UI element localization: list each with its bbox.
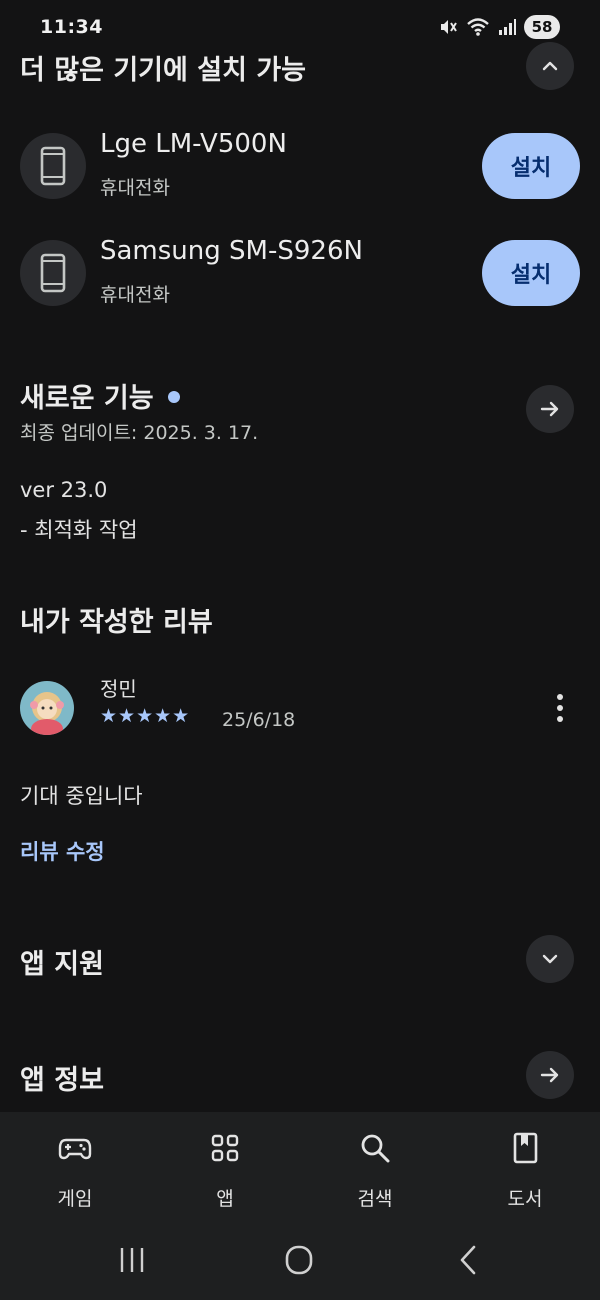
device-type: 휴대전화 — [100, 284, 170, 306]
app-support-expand-button[interactable] — [526, 935, 574, 983]
device-icon-circle — [20, 133, 86, 199]
phone-icon — [40, 146, 66, 186]
app-info-arrow-button[interactable] — [526, 1051, 574, 1099]
whats-new-label: 새로운 기능 — [20, 383, 154, 414]
nav-label: 앱 — [216, 1188, 234, 1210]
arrow-right-icon — [540, 401, 559, 417]
wifi-icon — [467, 18, 489, 36]
reviewer-name: 정민 — [100, 677, 137, 701]
device-row: Samsung SM-S926N 휴대전화 설치 — [20, 236, 580, 308]
nav-item-search[interactable]: 검색 — [300, 1112, 450, 1220]
more-options-button[interactable] — [546, 690, 574, 726]
version-text: ver 23.0 — [20, 478, 108, 502]
device-name: Lge LM-V500N — [100, 129, 287, 159]
install-button[interactable]: 설치 — [482, 133, 580, 199]
system-navigation-bar — [0, 1220, 600, 1300]
status-time: 11:34 — [40, 16, 103, 38]
more-dot-icon — [557, 705, 563, 711]
review-date: 25/6/18 — [222, 709, 296, 731]
whats-new-title[interactable]: 새로운 기능 — [20, 376, 180, 415]
recent-apps-icon[interactable] — [112, 1242, 152, 1278]
release-notes: - 최적화 작업 — [20, 518, 138, 542]
edit-review-link[interactable]: 리뷰 수정 — [20, 836, 105, 866]
nav-item-games[interactable]: 게임 — [0, 1112, 150, 1220]
last-updated: 최종 업데이트: 2025. 3. 17. — [20, 422, 259, 444]
mute-icon — [441, 20, 457, 34]
star-rating: ★★★★★ — [100, 705, 191, 727]
arrow-right-icon — [540, 1067, 559, 1083]
search-icon — [361, 1134, 390, 1163]
status-icons: 58 — [438, 15, 560, 39]
install-button[interactable]: 설치 — [482, 240, 580, 306]
nav-item-books[interactable]: 도서 — [450, 1112, 600, 1220]
review-text: 기대 중입니다 — [20, 784, 143, 808]
book-icon — [513, 1132, 538, 1164]
device-name: Samsung SM-S926N — [100, 236, 363, 266]
signal-icon — [499, 19, 516, 35]
phone-icon — [40, 253, 66, 293]
nav-label: 게임 — [57, 1188, 93, 1210]
device-icon-circle — [20, 240, 86, 306]
device-row: Lge LM-V500N 휴대전화 설치 — [20, 129, 580, 201]
app-info-title[interactable]: 앱 정보 — [20, 1058, 104, 1097]
install-section-title: 더 많은 기기에 설치 가능 — [20, 55, 306, 86]
home-icon[interactable] — [279, 1242, 319, 1278]
battery-indicator: 58 — [524, 15, 560, 39]
whats-new-arrow-button[interactable] — [526, 385, 574, 433]
avatar — [20, 681, 74, 735]
nav-item-apps[interactable]: 앱 — [150, 1112, 300, 1220]
apps-grid-icon — [211, 1134, 239, 1162]
bottom-navigation: 게임 앱 검색 도서 — [0, 1112, 600, 1220]
nav-label: 도서 — [507, 1188, 543, 1210]
new-indicator-dot — [167, 390, 180, 403]
back-icon[interactable] — [448, 1242, 488, 1278]
collapse-button[interactable] — [526, 42, 574, 90]
chevron-up-icon — [542, 61, 558, 71]
my-review-title: 내가 작성한 리뷰 — [20, 607, 213, 638]
chevron-down-icon — [542, 954, 558, 964]
device-type: 휴대전화 — [100, 177, 170, 199]
app-details-page: 11:34 58 더 많은 기기에 설치 가능 Lge LM-V500N 휴대전… — [0, 0, 600, 1300]
more-dot-icon — [557, 716, 563, 722]
gamepad-icon — [58, 1138, 92, 1160]
nav-label: 검색 — [357, 1188, 393, 1210]
app-support-title[interactable]: 앱 지원 — [20, 942, 104, 981]
more-dot-icon — [557, 694, 563, 700]
